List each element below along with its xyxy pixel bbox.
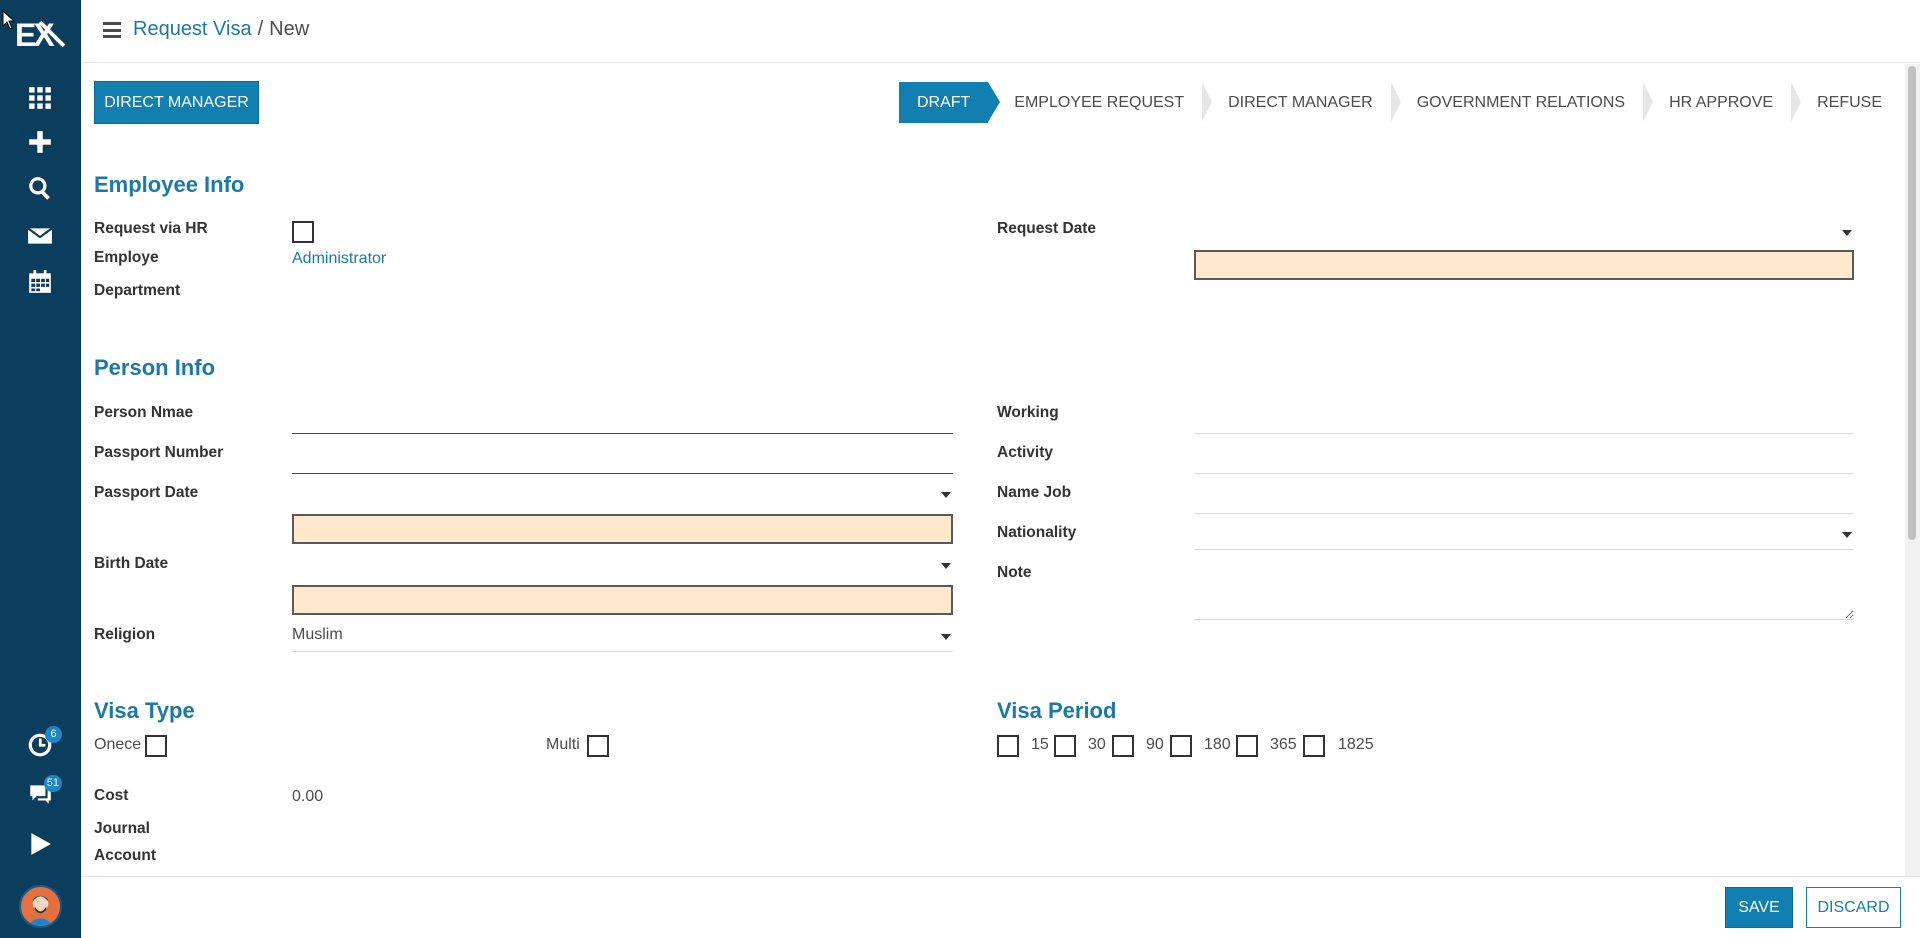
multi-label: Multi <box>546 736 580 753</box>
person-name-label: Person Nmae <box>94 404 194 421</box>
breadcrumb-separator: / <box>257 18 264 40</box>
nationality-label: Nationality <box>997 524 1077 541</box>
name-job-input[interactable] <box>1194 482 1854 514</box>
request-via-hr-checkbox[interactable] <box>292 221 314 243</box>
account-label: Account <box>94 847 156 864</box>
nationality-select[interactable] <box>1194 518 1854 550</box>
period-90-label: 90 <box>1146 736 1164 753</box>
cost-value: 0.00 <box>292 788 324 805</box>
religion-select[interactable]: Muslim <box>292 620 953 652</box>
menu-toggle-icon[interactable] <box>103 22 121 38</box>
top-bar: Request Visa / New <box>81 0 1920 63</box>
note-textarea[interactable] <box>1194 558 1854 620</box>
birth-date-label: Birth Date <box>94 555 169 572</box>
activity-badge: 6 <box>45 726 62 743</box>
stage-employee-request[interactable]: EMPLOYEE REQUEST <box>988 82 1203 123</box>
birth-date-input[interactable] <box>292 585 953 615</box>
stage-direct-manager[interactable]: DIRECT MANAGER <box>1202 82 1391 123</box>
stage-draft[interactable]: DRAFT <box>898 82 1001 123</box>
status-bar: DRAFT EMPLOYEE REQUEST DIRECT MANAGER GO… <box>898 82 1900 123</box>
play-icon[interactable] <box>24 828 56 860</box>
request-via-hr-label: Request via HR <box>94 220 208 237</box>
religion-label: Religion <box>94 626 156 643</box>
mouse-cursor-icon <box>2 10 16 30</box>
breadcrumb: Request Visa / New <box>133 18 309 41</box>
chevron-down-icon <box>941 634 951 640</box>
period-30-label: 30 <box>1088 736 1106 753</box>
request-date-label: Request Date <box>997 220 1097 237</box>
chevron-down-icon <box>1842 532 1852 538</box>
visa-period-title: Visa Period <box>997 698 1117 723</box>
once-checkbox[interactable] <box>145 735 167 757</box>
scrollbar-thumb[interactable] <box>1908 66 1916 540</box>
working-input[interactable] <box>1194 402 1854 434</box>
user-avatar[interactable] <box>19 885 62 928</box>
visa-type-title: Visa Type <box>94 698 195 723</box>
period-1825-label: 1825 <box>1338 736 1374 753</box>
form-view: DIRECT MANAGER DRAFT EMPLOYEE REQUEST DI… <box>81 64 1920 876</box>
sidebar: EX 6 51 <box>0 0 81 938</box>
chevron-down-icon <box>941 563 951 569</box>
stage-refuse[interactable]: REFUSE <box>1791 82 1900 123</box>
working-label: Working <box>997 404 1059 421</box>
period-15-label: 15 <box>1031 736 1049 753</box>
birth-date-dropdown[interactable] <box>292 549 953 581</box>
period-180-checkbox[interactable] <box>1236 735 1258 757</box>
department-label: Department <box>94 282 181 299</box>
once-label: Onece <box>94 736 142 753</box>
app-logo[interactable]: EX <box>14 16 68 52</box>
request-date-dropdown[interactable] <box>1194 216 1854 248</box>
multi-checkbox[interactable] <box>587 735 609 757</box>
chat-badge: 51 <box>43 775 62 792</box>
period-90-checkbox[interactable] <box>1170 735 1192 757</box>
person-info-title: Person Info <box>94 355 216 380</box>
svg-text:EX: EX <box>15 17 55 52</box>
passport-date-label: Passport Date <box>94 484 199 501</box>
stage-government-relations[interactable]: GOVERNMENT RELATIONS <box>1390 82 1644 123</box>
save-button[interactable]: SAVE <box>1725 887 1793 928</box>
breadcrumb-current: New <box>269 18 310 40</box>
cost-label: Cost <box>94 787 129 804</box>
activity-icon[interactable]: 6 <box>24 726 62 761</box>
note-label: Note <box>997 564 1032 581</box>
employee-label: Employe <box>94 249 159 266</box>
period-15-checkbox[interactable] <box>1054 735 1076 757</box>
chevron-down-icon <box>941 492 951 498</box>
employee-value-link[interactable]: Administrator <box>292 250 386 268</box>
person-name-input[interactable] <box>292 402 953 434</box>
period-30-checkbox[interactable] <box>1112 735 1134 757</box>
plus-icon[interactable] <box>24 126 56 158</box>
activity-label: Activity <box>997 444 1053 461</box>
religion-value: Muslim <box>292 626 343 643</box>
journal-label: Journal <box>94 820 150 837</box>
chevron-down-icon <box>1842 230 1852 236</box>
search-icon[interactable] <box>24 172 56 204</box>
stage-hr-approve[interactable]: HR APPROVE <box>1643 82 1792 123</box>
period-365-checkbox[interactable] <box>1303 735 1325 757</box>
period-checkbox[interactable] <box>997 735 1019 757</box>
discard-button[interactable]: DISCARD <box>1806 887 1901 928</box>
name-job-label: Name Job <box>997 484 1072 501</box>
chat-icon[interactable]: 51 <box>24 775 62 810</box>
passport-date-input[interactable] <box>292 514 953 544</box>
period-365-label: 365 <box>1270 736 1297 753</box>
breadcrumb-parent-link[interactable]: Request Visa <box>133 18 252 40</box>
passport-number-label: Passport Number <box>94 444 224 461</box>
mail-icon[interactable] <box>24 220 56 252</box>
passport-date-dropdown[interactable] <box>292 478 953 510</box>
footer-bar: SAVE DISCARD <box>81 876 1920 938</box>
activity-input[interactable] <box>1194 442 1854 474</box>
period-180-label: 180 <box>1204 736 1231 753</box>
employee-info-title: Employee Info <box>94 172 245 197</box>
apps-icon[interactable] <box>24 82 56 114</box>
direct-manager-button[interactable]: DIRECT MANAGER <box>94 81 259 124</box>
passport-number-input[interactable] <box>292 442 953 474</box>
calendar-icon[interactable] <box>24 266 56 298</box>
request-date-input[interactable] <box>1194 250 1854 280</box>
